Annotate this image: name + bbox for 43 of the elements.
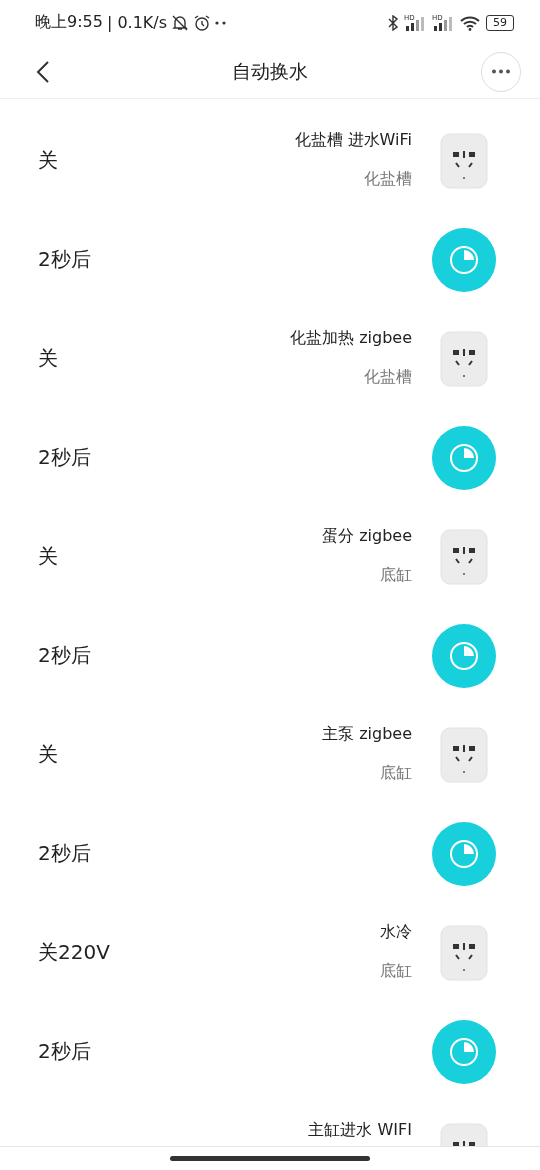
more-dots-icon — [215, 20, 228, 25]
delay-label: 2秒后 — [38, 246, 91, 273]
device-name: 化盐加热 zigbee — [290, 327, 412, 349]
delay-label: 2秒后 — [38, 840, 91, 867]
smart-plug-icon — [440, 330, 488, 387]
device-name: 蛋分 zigbee — [322, 525, 412, 547]
timer-icon — [432, 623, 496, 688]
room-name: 化盐槽 — [364, 168, 412, 190]
action-label: 关 — [38, 543, 58, 570]
wifi-icon — [460, 14, 480, 31]
device-name: 水冷 — [380, 921, 412, 943]
more-button[interactable] — [481, 51, 521, 92]
bluetooth-icon — [388, 14, 398, 31]
network-speed: | 0.1K/s — [106, 13, 168, 32]
muted-bell-icon — [171, 13, 190, 32]
room-name: 底缸 — [380, 960, 412, 982]
device-name: 主缸进水 WIFI — [308, 1119, 412, 1141]
smart-plug-icon — [440, 924, 488, 981]
timer-icon — [432, 227, 496, 292]
action-label: 关 — [38, 147, 58, 174]
smart-plug-icon — [440, 132, 488, 189]
action-label: 关 — [38, 345, 58, 372]
more-icon — [491, 69, 511, 74]
delay-label: 2秒后 — [38, 1038, 91, 1065]
smart-plug-icon — [440, 528, 488, 585]
timer-icon — [432, 1019, 496, 1084]
room-name: 底缸 — [380, 762, 412, 784]
delay-label: 2秒后 — [38, 444, 91, 471]
device-name: 化盐槽 进水WiFi — [294, 129, 412, 151]
device-name: 主泵 zigbee — [322, 723, 412, 745]
room-name: 化盐槽 — [364, 366, 412, 388]
alarm-icon — [193, 13, 212, 32]
status-time: 晚上9:55 — [35, 12, 103, 33]
timer-icon — [432, 425, 496, 490]
timer-icon — [432, 821, 496, 886]
delay-label: 2秒后 — [38, 642, 91, 669]
smart-plug-icon — [440, 726, 488, 783]
room-name: 底缸 — [380, 564, 412, 586]
action-label: 关220V — [38, 939, 110, 966]
page-title: 自动换水 — [232, 59, 308, 82]
action-label: 关 — [38, 741, 58, 768]
battery-level: 59 — [486, 14, 514, 31]
back-icon[interactable] — [36, 59, 50, 84]
